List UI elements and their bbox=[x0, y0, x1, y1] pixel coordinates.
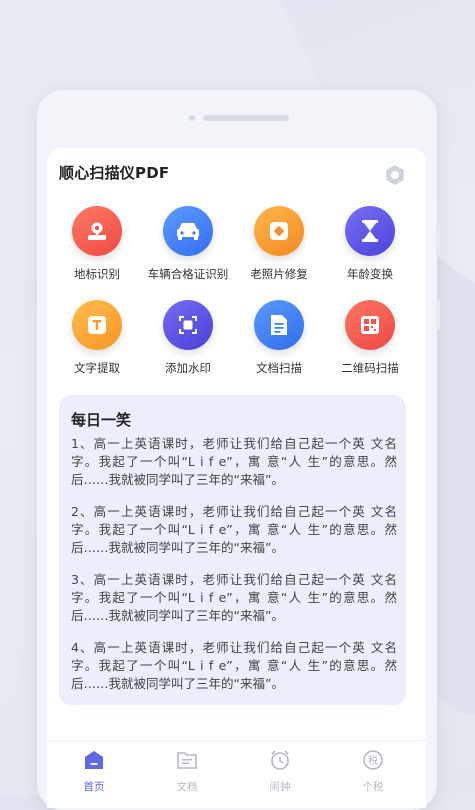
joke-card-title: 每日一笑 bbox=[71, 411, 132, 429]
tool-vehicle-certificate[interactable]: 车辆合格证识别 bbox=[142, 206, 234, 282]
tool-document-scan[interactable]: 文档扫描 bbox=[233, 300, 325, 376]
phone-side-button bbox=[436, 300, 440, 330]
settings-icon[interactable] bbox=[384, 164, 406, 186]
tool-label: 文字提取 bbox=[74, 361, 120, 375]
bottom-tab-bar: 首页 文档 闹钟 税 个税 bbox=[47, 740, 426, 808]
phone-camera bbox=[189, 115, 195, 121]
home-icon bbox=[85, 751, 103, 769]
phone-speaker bbox=[203, 115, 289, 121]
text-t-icon bbox=[72, 300, 122, 350]
tool-add-watermark[interactable]: 添加水印 bbox=[142, 300, 234, 376]
car-icon bbox=[163, 206, 213, 256]
landmark-icon bbox=[72, 206, 122, 256]
app-screen: 顺心扫描仪PDF 地标识别 车辆合格证识别 老照片修复 年龄变换 文字提取 添加… bbox=[47, 148, 426, 808]
tool-label: 年龄变换 bbox=[347, 267, 393, 281]
document-icon bbox=[254, 300, 304, 350]
tab-label: 个税 bbox=[362, 781, 384, 793]
tab-tax[interactable]: 税 个税 bbox=[343, 749, 403, 794]
tool-label: 二维码扫描 bbox=[341, 361, 399, 375]
tool-label: 车辆合格证识别 bbox=[147, 267, 229, 281]
joke-item: 4、高一上英语课时，老师让我们给自己起一个英 文名 字。我起了一个叫“L i f… bbox=[71, 640, 397, 691]
watermark-icon bbox=[163, 300, 213, 350]
flower-icon bbox=[254, 206, 304, 256]
phone-side-button bbox=[436, 225, 440, 255]
app-title: 顺心扫描仪PDF bbox=[59, 164, 170, 182]
tab-documents[interactable]: 文档 bbox=[157, 749, 217, 794]
tab-home[interactable]: 首页 bbox=[64, 749, 124, 794]
folder-icon bbox=[177, 752, 197, 769]
tool-age-change[interactable]: 年龄变换 bbox=[324, 206, 416, 282]
qrcode-icon bbox=[345, 300, 395, 350]
tool-text-extract[interactable]: 文字提取 bbox=[51, 300, 143, 376]
tax-icon: 税 bbox=[363, 750, 383, 770]
daily-joke-card: 每日一笑 1、高一上英语课时，老师让我们给自己起一个英 文名 字。我起了一个叫“… bbox=[59, 395, 406, 705]
tool-label: 地标识别 bbox=[74, 267, 120, 281]
joke-item: 1、高一上英语课时，老师让我们给自己起一个英 文名 字。我起了一个叫“L i f… bbox=[71, 436, 397, 487]
hourglass-icon bbox=[345, 206, 395, 256]
tab-alarm[interactable]: 闹钟 bbox=[250, 749, 310, 794]
tool-label: 老照片修复 bbox=[250, 267, 308, 281]
tab-label: 闹钟 bbox=[269, 781, 291, 793]
tool-landmark-recognition[interactable]: 地标识别 bbox=[51, 206, 143, 282]
tool-qrcode-scan[interactable]: 二维码扫描 bbox=[324, 300, 416, 376]
tool-old-photo-restore[interactable]: 老照片修复 bbox=[233, 206, 325, 282]
joke-item: 2、高一上英语课时，老师让我们给自己起一个英 文名 字。我起了一个叫“L i f… bbox=[71, 504, 397, 555]
tool-label: 文档扫描 bbox=[256, 361, 302, 375]
tab-label: 首页 bbox=[83, 781, 105, 793]
tab-label: 文档 bbox=[176, 781, 198, 793]
alarm-clock-icon bbox=[271, 750, 289, 770]
joke-item: 3、高一上英语课时，老师让我们给自己起一个英 文名 字。我起了一个叫“L i f… bbox=[71, 572, 397, 623]
svg-text:税: 税 bbox=[368, 754, 378, 767]
tool-label: 添加水印 bbox=[165, 361, 211, 375]
